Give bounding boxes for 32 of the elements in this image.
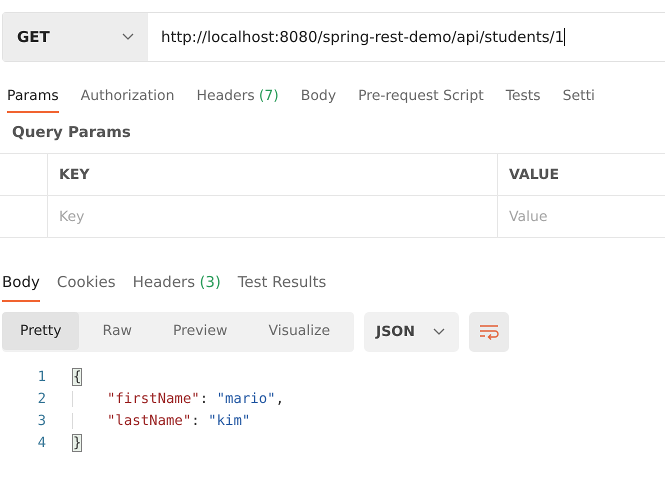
format-dropdown[interactable]: JSON: [364, 312, 459, 352]
line-number: 4: [36, 435, 47, 451]
response-tab[interactable]: Test Results: [238, 264, 326, 302]
view-mode-tab[interactable]: Visualize: [250, 312, 348, 350]
value-input[interactable]: Value: [509, 208, 659, 224]
line-number: 1: [36, 369, 47, 385]
table-header: KEY: [48, 154, 498, 195]
request-tab[interactable]: Params: [7, 80, 59, 113]
request-tab[interactable]: Pre-request Script: [358, 80, 484, 113]
wrap-lines-icon: [479, 324, 499, 340]
response-tab[interactable]: Body: [2, 264, 40, 302]
request-tab[interactable]: Body: [300, 80, 336, 113]
code-line: "lastName": "kim": [72, 413, 250, 429]
key-input[interactable]: Key: [59, 208, 209, 224]
code-line: {: [72, 369, 82, 385]
code-line: "firstName": "mario",: [72, 391, 284, 407]
view-mode-tab[interactable]: Preview: [154, 312, 244, 350]
view-mode-tab[interactable]: Raw: [84, 312, 149, 350]
request-tab[interactable]: Authorization: [80, 80, 174, 113]
line-number: 3: [36, 413, 47, 429]
request-tab[interactable]: Setti: [562, 80, 595, 113]
wrap-lines-button[interactable]: [469, 312, 509, 352]
response-tab[interactable]: Headers (3): [132, 264, 221, 302]
response-tab[interactable]: Cookies: [56, 264, 116, 302]
code-line: }: [72, 435, 82, 451]
request-tab[interactable]: Headers (7): [196, 80, 279, 113]
view-mode-tab[interactable]: Pretty: [2, 312, 79, 350]
section-title: Query Params: [11, 122, 132, 143]
request-tab[interactable]: Tests: [506, 80, 541, 113]
line-number: 2: [36, 391, 47, 407]
table-header: VALUE: [508, 166, 560, 184]
chevron-down-icon: [433, 328, 445, 336]
